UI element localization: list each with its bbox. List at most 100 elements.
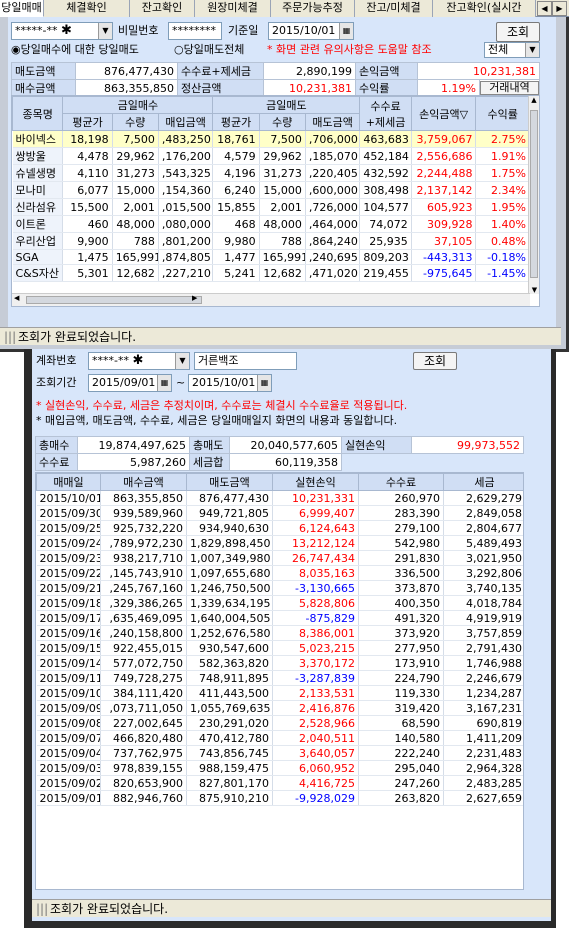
table-row[interactable]: 2015/09/23 938,217,710 1,007,349,980 26,747… (36, 550, 523, 566)
chevron-down-icon[interactable]: ▼ (175, 353, 189, 369)
tab-unexecuted[interactable]: 원장미체결 (195, 0, 271, 17)
cell-pnl: 605,923 (411, 198, 477, 216)
table-row[interactable]: C&S자산 5,301 12,682,227,210 5,241 12,682,471,… (12, 264, 530, 282)
calendar-icon[interactable]: ▦ (339, 23, 353, 39)
cell-ba: 6,077 (62, 181, 113, 199)
table-row[interactable]: 2015/09/02 820,653,900 827,801,170 4,416,72… (36, 775, 523, 791)
table-row[interactable]: 2015/09/30 939,589,960 949,721,805 6,999,40… (36, 505, 523, 521)
cell-sa: 9,980 (212, 232, 260, 250)
col-header-buy-amount[interactable]: 매수금액 (100, 473, 187, 491)
filter-combo[interactable]: 전체 ▼ (484, 42, 540, 58)
fee-header-line2: +제세금 (365, 115, 406, 129)
cell-buy: 737,762,975 (100, 745, 187, 761)
col-header-tax[interactable]: 세금 (443, 473, 523, 491)
tab-scroll-right-icon[interactable]: ▶ (552, 1, 567, 16)
history-button[interactable]: 거래내역 (480, 81, 539, 95)
table-row[interactable]: 2015/10/01 863,355,850 876,477,430 10,231,3… (36, 490, 523, 506)
tab-balance-realtime[interactable]: 잔고확인(실시간 (433, 0, 536, 17)
table-row[interactable]: 2015/09/22,145,743,910 1,097,655,680 8,035… (36, 565, 523, 581)
tab-scroll-left-icon[interactable]: ◀ (537, 1, 552, 16)
tab-execution-check[interactable]: 체결확인 (44, 0, 130, 17)
table-row[interactable]: 2015/09/18,329,386,265 1,339,634,195 5,828… (36, 595, 523, 611)
scroll-right-icon[interactable]: ▶ (192, 294, 197, 302)
col-header-yield[interactable]: 수익률 (475, 96, 530, 131)
scroll-down-icon[interactable]: ▼ (529, 286, 539, 294)
col-header-sell-amt[interactable]: 매도금액 (304, 113, 361, 131)
col-header-date[interactable]: 매매일 (36, 473, 101, 491)
cell-date: 2015/09/04 (36, 745, 101, 761)
table-row[interactable]: 2015/09/25 925,732,220 934,940,630 6,124,64… (36, 520, 523, 536)
cell-fee: 68,590 (358, 715, 444, 731)
table-row[interactable]: 2015/09/15 922,455,015 930,547,600 5,023,21… (36, 640, 523, 656)
col-header-buy-avg[interactable]: 평균가 (62, 113, 113, 131)
calendar-icon[interactable]: ▦ (257, 375, 271, 391)
table-row[interactable]: 신라섬유 15,500 2,001,015,500 15,855 2,001,726,0… (12, 198, 530, 216)
chevron-down-icon[interactable]: ▼ (525, 43, 539, 57)
table-row[interactable]: 2015/09/17,635,469,095 1,640,004,505 -875,… (36, 610, 523, 626)
col-header-buy-qty[interactable]: 수량 (111, 113, 159, 131)
table-row[interactable]: 2015/09/09,073,711,050 1,055,769,635 2,416… (36, 700, 523, 716)
col-header-sell-qty[interactable]: 수량 (258, 113, 306, 131)
table-row[interactable]: 슈넬생명 4,110 31,273,543,325 4,196 31,273,220,4… (12, 164, 530, 182)
table-row[interactable]: 2015/09/11 749,728,275 748,911,895 -3,287,8… (36, 670, 523, 686)
chevron-down-icon[interactable]: ▼ (98, 23, 112, 39)
account-combo[interactable]: *****-** ✱ ▼ (11, 22, 113, 40)
cell-bq: 165,991 (112, 249, 159, 265)
date-from-field[interactable]: 2015/09/01 ▦ (88, 374, 172, 392)
password-field[interactable]: ******** (168, 22, 222, 40)
calendar-icon[interactable]: ▦ (157, 375, 171, 391)
scroll-left-icon[interactable]: ◀ (14, 294, 19, 302)
vertical-scrollbar[interactable]: ▲ ▼ (528, 96, 539, 294)
radio1-label: 당일매수에 대한 당일매도 (20, 43, 139, 56)
col-header-sell-amount[interactable]: 매도금액 (186, 473, 273, 491)
account-combo-2[interactable]: ****-** ✱ ▼ (88, 352, 190, 370)
cell-buy: ,245,767,160 (100, 580, 187, 596)
table-row[interactable]: 우리산업 9,900 788,801,200 9,980 788,864,240 25,9… (12, 232, 530, 250)
table-row[interactable]: 2015/09/01 882,946,760 875,910,210 -9,928,0… (36, 790, 523, 806)
table-row[interactable]: 2015/09/14 577,072,750 582,363,820 3,370,17… (36, 655, 523, 671)
table-row[interactable]: 2015/09/24,789,972,230 1,829,898,450 13,21… (36, 535, 523, 551)
hscroll-thumb[interactable] (26, 296, 202, 304)
scroll-thumb[interactable] (530, 110, 538, 278)
cell-fee: 277,950 (358, 640, 444, 656)
table-row[interactable]: 쌍방울 4,478 29,962,176,200 4,579 29,962,185,07… (12, 147, 530, 165)
radio-all-sell[interactable]: ○당일매도전체 (174, 41, 244, 59)
cell-date: 2015/09/07 (36, 730, 101, 746)
table-row[interactable]: 2015/09/08 227,002,645 230,291,020 2,528,96… (36, 715, 523, 731)
col-header-buy-amt[interactable]: 매입금액 (157, 113, 214, 131)
query-button-2[interactable]: 조회 (413, 352, 457, 370)
radio-same-day-sell[interactable]: ◉당일매수에 대한 당일매도 (11, 41, 139, 59)
col-header-fee[interactable]: 수수료 +제세금 (359, 96, 412, 131)
cell-fee: 432,592 (359, 164, 412, 182)
table-row[interactable]: 2015/09/07 466,820,480 470,412,780 2,040,51… (36, 730, 523, 746)
scroll-up-icon[interactable]: ▲ (529, 96, 539, 104)
tab-balance-unexecuted[interactable]: 잔고/미체결 (355, 0, 433, 17)
horizontal-scrollbar[interactable]: ◀ ▶ (12, 293, 530, 306)
col-header-sell-avg[interactable]: 평균가 (212, 113, 260, 131)
date-field[interactable]: 2015/10/01 ▦ (268, 22, 354, 40)
col-header-fee[interactable]: 수수료 (358, 473, 444, 491)
col-header-realized[interactable]: 실현손익 (272, 473, 359, 491)
table-row[interactable]: 2015/09/03 978,839,155 988,159,475 6,060,95… (36, 760, 523, 776)
table-row[interactable]: 바이넥스 18,198 7,500,483,250 18,761 7,500,706,0… (12, 130, 530, 148)
cell-pnl: 4,416,725 (272, 775, 359, 791)
table-row[interactable]: 2015/09/04 737,762,975 743,856,745 3,640,05… (36, 745, 523, 761)
tab-daily-trade[interactable]: 당일매매 (0, 0, 44, 17)
table-row[interactable]: SGA 1,475 165,991,874,805 1,477 165,991,240,… (12, 249, 530, 265)
cell-sell: 1,339,634,195 (186, 595, 273, 611)
tab-order-estimate[interactable]: 주문가능추정 (271, 0, 355, 17)
table-row[interactable]: 2015/09/10 384,111,420 411,443,500 2,133,53… (36, 685, 523, 701)
cell-sell: 949,721,805 (186, 505, 273, 521)
table-row[interactable]: 이트론 460 48,000,080,000 468 48,000,464,000 74,… (12, 215, 530, 233)
table-row[interactable]: 2015/09/21,245,767,160 1,246,750,500 -3,13… (36, 580, 523, 596)
cell-ba: 15,500 (62, 198, 113, 216)
col-header-name[interactable]: 종목명 (12, 96, 64, 131)
query-button[interactable]: 조회 (496, 22, 540, 42)
tab-balance-check[interactable]: 잔고확인 (130, 0, 195, 17)
col-header-pnl[interactable]: 손익금액▽ (410, 96, 477, 131)
cell-fee: 140,580 (358, 730, 444, 746)
cell-ba: 5,301 (62, 264, 113, 282)
table-row[interactable]: 모나미 6,077 15,000,154,360 6,240 15,000,600,00… (12, 181, 530, 199)
table-row[interactable]: 2015/09/16,240,158,800 1,252,676,580 8,386… (36, 625, 523, 641)
date-to-field[interactable]: 2015/10/01 ▦ (188, 374, 272, 392)
